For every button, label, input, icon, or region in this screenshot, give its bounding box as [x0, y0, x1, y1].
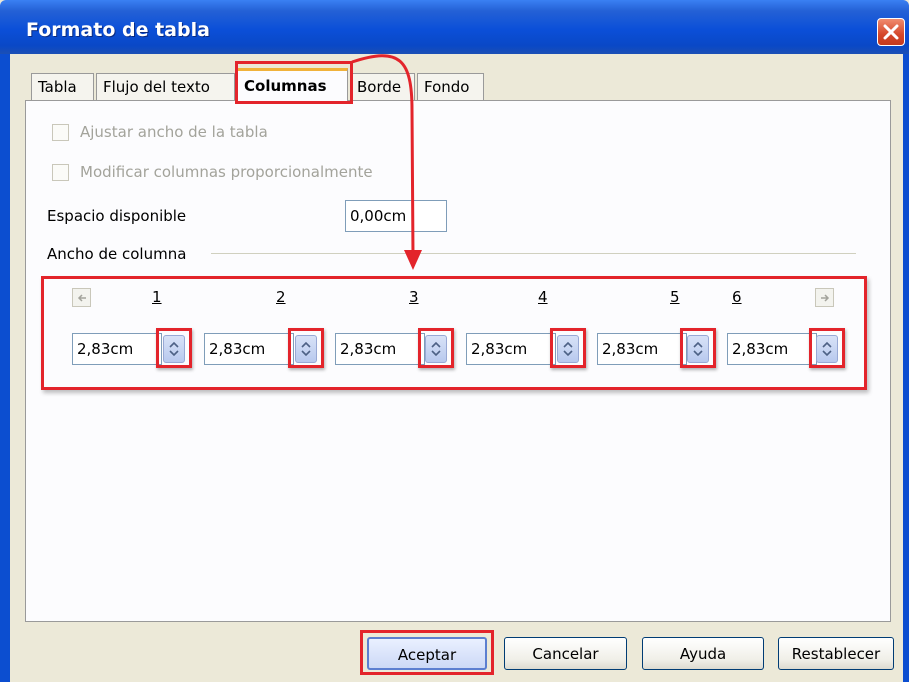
scroll-columns-left-button[interactable] [72, 288, 91, 307]
tab-fondo[interactable]: Fondo [417, 73, 484, 100]
spin-icon [301, 341, 311, 357]
spin-icon [431, 341, 441, 357]
ok-button[interactable]: Aceptar [367, 637, 487, 670]
column-5-spin-button[interactable] [687, 335, 709, 363]
column-number-3: 3 [409, 288, 419, 306]
window-border-left [0, 54, 10, 682]
scroll-columns-right-button[interactable] [815, 288, 834, 307]
column-number-1: 1 [152, 288, 162, 306]
column-3-width-field[interactable]: 2,83cm [335, 333, 425, 365]
column-width-heading: Ancho de columna [47, 245, 187, 263]
column-number-2: 2 [276, 288, 286, 306]
column-2-spin-button[interactable] [295, 335, 317, 363]
column-number-5: 5 [670, 288, 680, 306]
column-1-width-field[interactable]: 2,83cm [72, 333, 162, 365]
spin-icon [822, 341, 832, 357]
spin-icon [563, 341, 573, 357]
modify-proportional-checkbox [52, 164, 69, 181]
reset-button[interactable]: Restablecer [778, 637, 894, 670]
spin-icon [169, 341, 179, 357]
adjust-width-label: Ajustar ancho de la tabla [80, 123, 268, 141]
window-title: Formato de tabla [26, 19, 210, 41]
column-number-6: 6 [732, 288, 742, 306]
spin-icon [693, 341, 703, 357]
cancel-button[interactable]: Cancelar [504, 637, 627, 670]
close-button[interactable] [877, 18, 905, 46]
column-4-spin-button[interactable] [557, 335, 579, 363]
arrow-right-icon [821, 294, 830, 302]
column-1-spin-button[interactable] [163, 335, 185, 363]
column-3-spin-button[interactable] [425, 335, 447, 363]
tab-tabla[interactable]: Tabla [31, 73, 94, 100]
column-2-width-field[interactable]: 2,83cm [204, 333, 294, 365]
available-space-field: 0,00cm [345, 200, 447, 232]
available-space-label: Espacio disponible [47, 207, 187, 225]
help-button[interactable]: Ayuda [642, 637, 764, 670]
column-6-spin-button[interactable] [816, 335, 838, 363]
close-icon [883, 24, 899, 40]
column-5-width-field[interactable]: 2,83cm [597, 333, 687, 365]
title-bar: Formato de tabla [0, 0, 909, 54]
group-separator [211, 253, 856, 254]
tab-borde[interactable]: Borde [350, 73, 415, 100]
column-4-width-field[interactable]: 2,83cm [466, 333, 556, 365]
tab-flujo-del-texto[interactable]: Flujo del texto [96, 73, 235, 100]
column-6-width-field[interactable]: 2,83cm [727, 333, 817, 365]
adjust-width-checkbox [52, 124, 69, 141]
modify-proportional-label: Modificar columnas proporcionalmente [80, 163, 373, 181]
window-border-right [903, 54, 909, 682]
column-number-4: 4 [538, 288, 548, 306]
arrow-left-icon [77, 294, 86, 302]
tab-columnas[interactable]: Columnas [237, 68, 348, 101]
